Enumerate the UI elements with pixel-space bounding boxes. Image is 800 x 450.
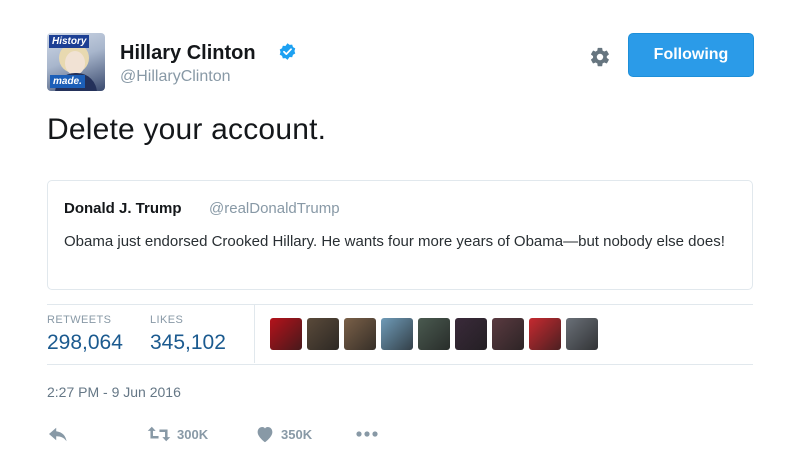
liker-avatar[interactable] [307, 318, 339, 350]
quoted-author-handle[interactable]: @realDonaldTrump [209, 200, 340, 217]
stats-separator [254, 305, 255, 363]
liker-avatar[interactable] [270, 318, 302, 350]
liker-avatar[interactable] [455, 318, 487, 350]
author-handle[interactable]: @HillaryClinton [120, 68, 231, 86]
retweet-button[interactable]: 300K [147, 425, 255, 443]
retweets-count[interactable]: 298,064 [47, 331, 123, 355]
liker-avatar[interactable] [344, 318, 376, 350]
verified-badge-icon [279, 43, 296, 60]
gear-icon[interactable] [589, 46, 611, 68]
stats-bottom-divider [47, 364, 753, 365]
likes-label: LIKES [150, 314, 184, 326]
avatar-badge-bottom: made. [50, 75, 85, 88]
tweet-text: Delete your account. [47, 113, 327, 146]
author-name[interactable]: Hillary Clinton [120, 42, 256, 65]
following-button[interactable]: Following [628, 33, 754, 77]
retweet-icon [147, 426, 171, 442]
stats-top-divider [47, 304, 753, 305]
tweet-actions: 300K 350K [47, 424, 379, 444]
retweets-label: RETWEETS [47, 314, 112, 326]
author-avatar[interactable]: History made. [47, 33, 105, 91]
liker-avatar[interactable] [529, 318, 561, 350]
liker-avatar[interactable] [418, 318, 450, 350]
tweet-timestamp[interactable]: 2:27 PM - 9 Jun 2016 [47, 384, 181, 400]
avatar-badge-top: History [49, 35, 90, 48]
liker-avatar[interactable] [566, 318, 598, 350]
reply-icon [49, 427, 67, 442]
reply-button[interactable] [47, 425, 147, 443]
likes-count[interactable]: 345,102 [150, 331, 226, 355]
liker-avatars [270, 318, 598, 350]
quoted-tweet[interactable]: Donald J. Trump @realDonaldTrump Obama j… [47, 180, 753, 290]
like-button[interactable]: 350K [255, 425, 355, 443]
like-count: 350K [281, 426, 313, 442]
quoted-tweet-text: Obama just endorsed Crooked Hillary. He … [64, 233, 725, 250]
more-button[interactable] [355, 430, 379, 438]
avatar-face [65, 51, 85, 75]
more-icon [356, 431, 378, 437]
retweet-count: 300K [177, 426, 209, 442]
liker-avatar[interactable] [381, 318, 413, 350]
heart-icon [257, 427, 273, 443]
quoted-author-name[interactable]: Donald J. Trump [64, 200, 182, 217]
liker-avatar[interactable] [492, 318, 524, 350]
